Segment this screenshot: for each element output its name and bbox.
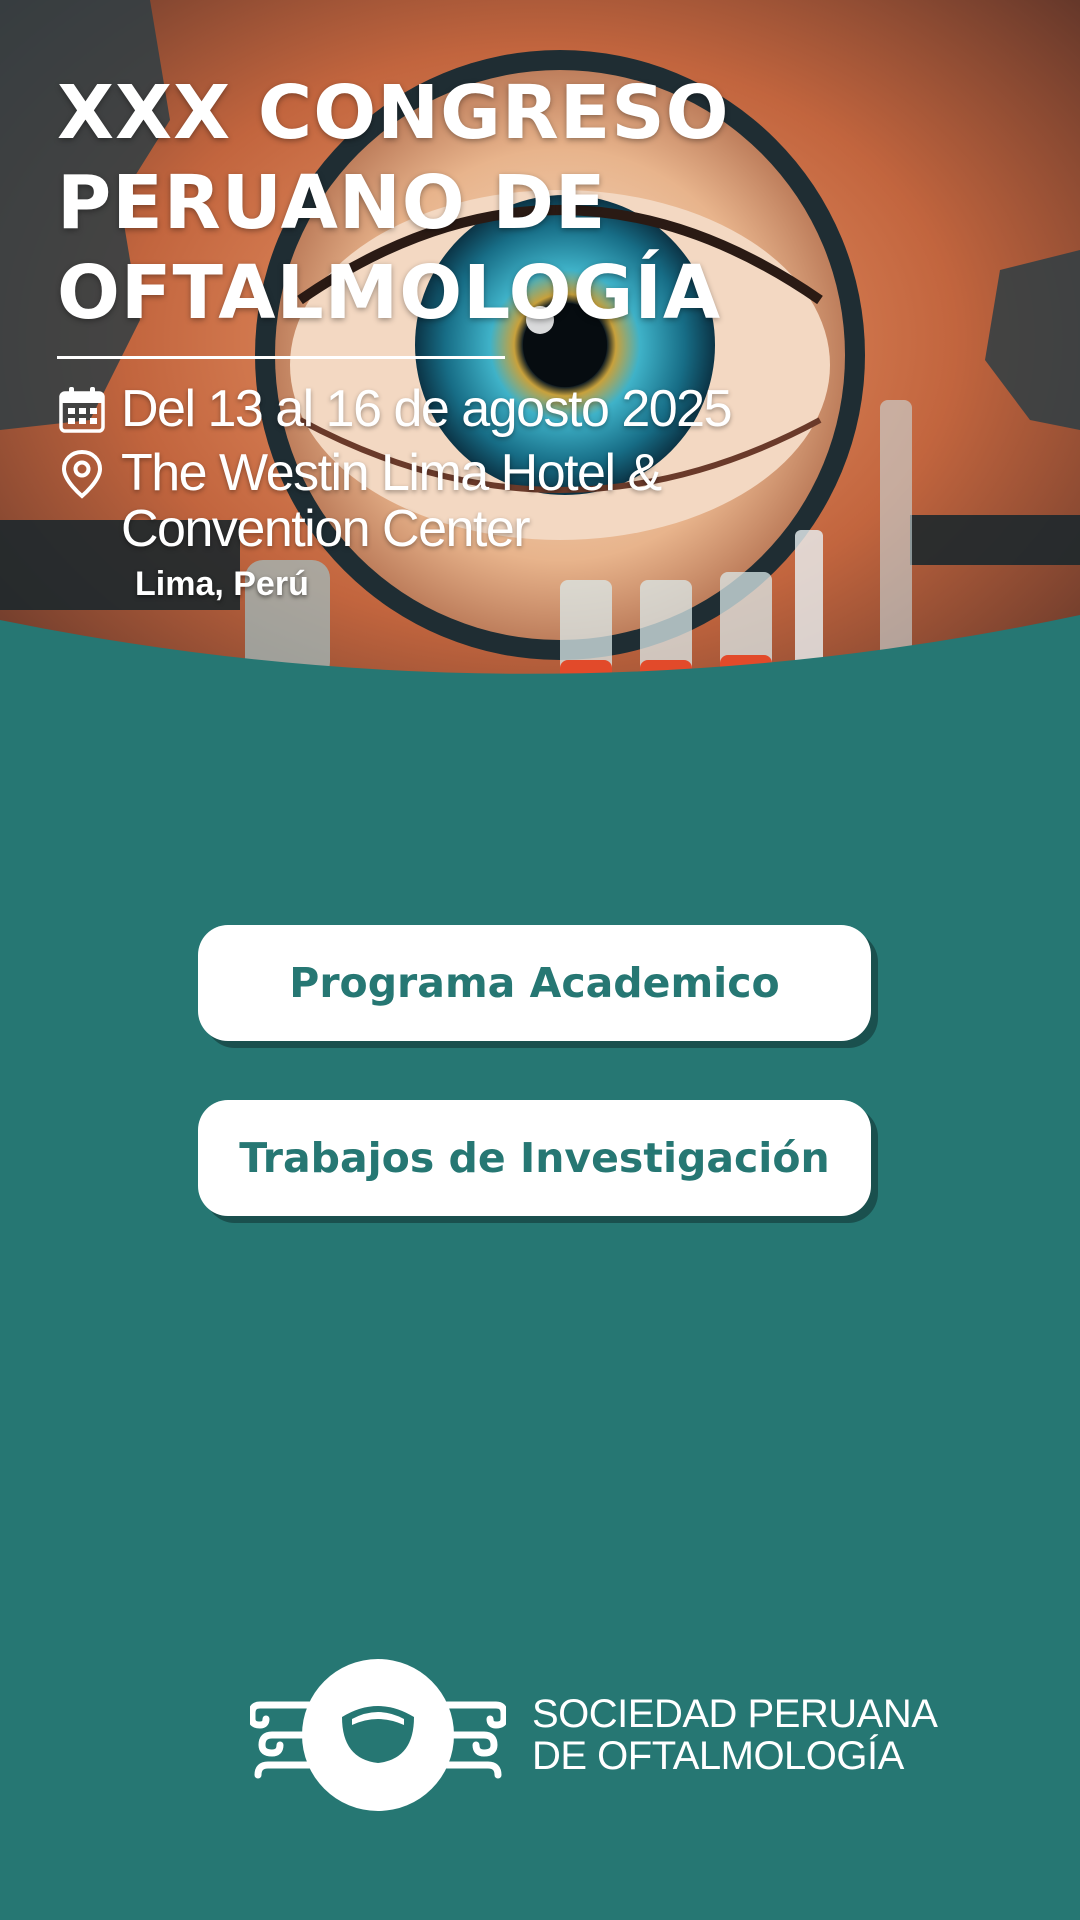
academic-program-button[interactable]: Programa Academico bbox=[198, 925, 871, 1041]
organizer-logo: SOCIEDAD PERUANA DE OFTALMOLOGÍA bbox=[250, 1655, 938, 1815]
organizer-name-line2: DE OFTALMOLOGÍA bbox=[532, 1734, 904, 1778]
title-divider bbox=[57, 356, 505, 359]
organizer-name-line1: SOCIEDAD PERUANA bbox=[532, 1692, 938, 1736]
research-papers-button[interactable]: Trabajos de Investigación bbox=[198, 1100, 871, 1216]
spo-logo-mark bbox=[250, 1659, 506, 1811]
event-city: Lima, Perú bbox=[135, 565, 309, 603]
event-title: XXX CONGRESO PERUANO DE OFTALMOLOGÍA bbox=[57, 70, 730, 336]
hero-banner: XXX CONGRESO PERUANO DE OFTALMOLOGÍA Del… bbox=[0, 0, 1080, 755]
calendar-icon bbox=[59, 387, 105, 433]
event-venue: The Westin Lima Hotel & Convention Cente… bbox=[121, 444, 662, 558]
event-venue-row: The Westin Lima Hotel & Convention Cente… bbox=[57, 445, 957, 557]
event-info: XXX CONGRESO PERUANO DE OFTALMOLOGÍA Del… bbox=[57, 68, 957, 604]
organizer-name: SOCIEDAD PERUANA DE OFTALMOLOGÍA bbox=[532, 1692, 938, 1778]
event-dates: Del 13 al 16 de agosto 2025 bbox=[121, 380, 733, 438]
event-dates-row: Del 13 al 16 de agosto 2025 bbox=[57, 381, 957, 437]
location-pin-icon bbox=[61, 449, 103, 499]
